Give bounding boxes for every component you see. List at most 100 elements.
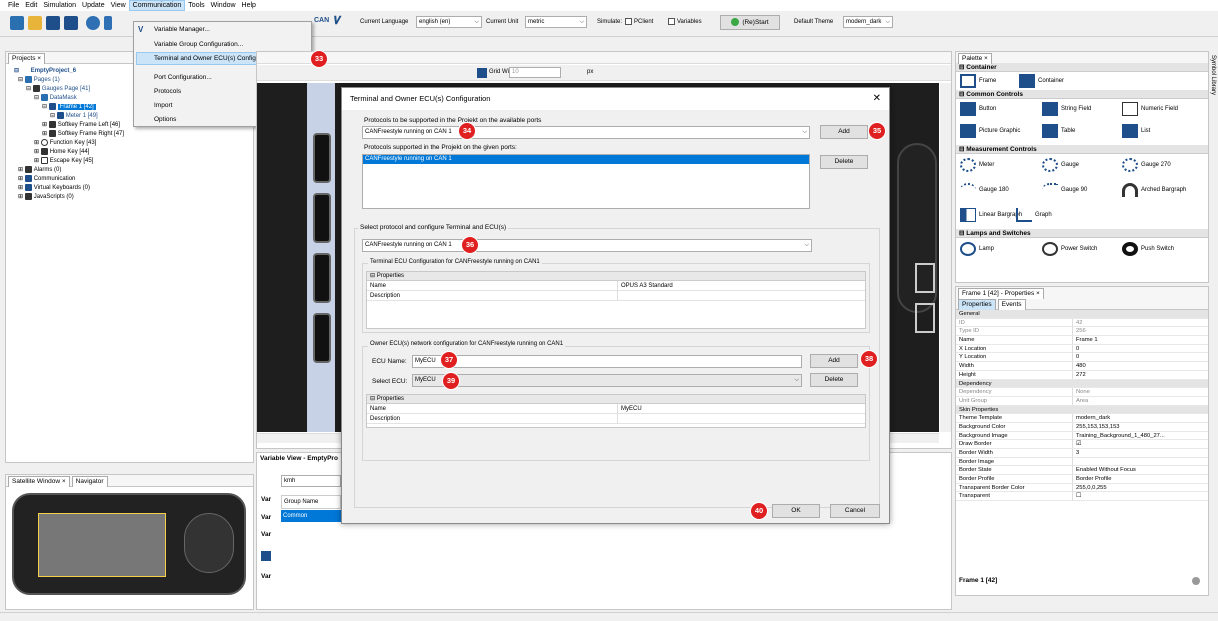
grid-width-input[interactable]: 10 [509, 67, 561, 78]
owner-description-row[interactable]: Description [367, 414, 865, 424]
current-language-select[interactable]: english (en) ⌵ [416, 16, 482, 28]
menu-help[interactable]: Help [239, 0, 259, 11]
symbol-library-tab[interactable]: Symbol Library [1210, 55, 1216, 95]
group-row-common[interactable]: Common [281, 510, 341, 522]
add-ecu-button[interactable]: Add [810, 354, 858, 368]
tree-project[interactable]: ⊟ EmptyProject_6 [14, 67, 76, 75]
property-row[interactable]: Background Image Training_Background_1_48… [956, 431, 1208, 441]
device-icon[interactable] [104, 16, 112, 30]
tree-softkey-right[interactable]: ⊞ Softkey Frame Right [47] [42, 130, 124, 138]
menu-variable-group-config[interactable]: Variable Group Configuration... [154, 41, 243, 48]
menu-import[interactable]: Import [154, 102, 172, 109]
palette-gauge-180[interactable]: Gauge 180 [960, 183, 1009, 197]
palette-gauge[interactable]: Gauge [1042, 158, 1079, 172]
tab-events[interactable]: Events [997, 299, 1026, 310]
property-row[interactable]: Border Profile Border Profile [956, 475, 1208, 484]
property-section[interactable]: General [956, 310, 1208, 319]
pclient-checkbox[interactable]: PClient [625, 18, 653, 25]
terminal-properties-header[interactable]: ⊟ Properties [367, 272, 865, 281]
ok-button[interactable]: OK [772, 504, 820, 518]
property-row[interactable]: Y Location 0 [956, 353, 1208, 363]
satellite-tab[interactable]: Satellite Window × [8, 476, 70, 487]
tree-communication[interactable]: ⊞ Communication [18, 175, 75, 183]
owner-properties-header[interactable]: ⊟ Properties [367, 395, 865, 404]
tree-meter-1[interactable]: ⊟ Meter 1 [49] [50, 112, 98, 120]
property-row[interactable]: Name Frame 1 [956, 336, 1208, 345]
menu-communication[interactable]: Communication [128, 0, 186, 11]
menu-options[interactable]: Options [154, 116, 176, 123]
menu-update[interactable]: Update [79, 0, 108, 11]
property-row[interactable]: Border State Enabled Without Focus [956, 466, 1208, 476]
property-row[interactable]: Background Color 255,153,153,153 [956, 422, 1208, 432]
menu-file[interactable]: File [5, 0, 22, 11]
property-row[interactable]: Width 480 [956, 362, 1208, 371]
property-section[interactable]: Dependency [956, 379, 1208, 389]
palette-arched-bargraph[interactable]: Arched Bargraph [1122, 183, 1186, 197]
palette-table[interactable]: Table [1042, 124, 1075, 138]
grid-icon[interactable] [477, 68, 487, 78]
tree-escape-key[interactable]: ⊞ Escape Key [45] [34, 157, 93, 165]
palette-meter[interactable]: Meter [960, 158, 994, 172]
terminal-name-row[interactable]: OPUS A3 Standard Name [367, 281, 865, 291]
property-row[interactable]: Border Width 3 [956, 449, 1208, 458]
palette-frame[interactable]: Frame [960, 74, 996, 88]
tree-datamask[interactable]: ⊟ DataMask [34, 94, 77, 102]
protocol-select[interactable]: CANFreestyle running on CAN 1 ⌵ [362, 126, 810, 139]
palette-power-switch[interactable]: Power Switch [1042, 242, 1097, 256]
restart-button[interactable]: (Re)Start [720, 15, 780, 30]
menu-window[interactable]: Window [208, 0, 239, 11]
menu-port-config[interactable]: Port Configuration... [154, 74, 212, 81]
palette-button[interactable]: Button [960, 102, 996, 116]
menu-variable-manager[interactable]: Variable Manager... [154, 26, 210, 33]
property-row[interactable]: Type ID 256 [956, 327, 1208, 337]
palette-list[interactable]: List [1122, 124, 1150, 138]
property-row[interactable]: Dependency None [956, 388, 1208, 397]
tree-softkey-left[interactable]: ⊞ Softkey Frame Left [46] [42, 121, 120, 129]
tree-function-key[interactable]: ⊞ Function Key [43] [34, 139, 96, 147]
property-section[interactable]: Skin Properties [956, 405, 1208, 415]
save-all-icon[interactable] [64, 16, 78, 30]
property-row[interactable]: Border Image [956, 457, 1208, 467]
configure-protocol-select[interactable]: CANFreestyle running on CAN 1 ⌵ [362, 239, 812, 252]
property-row[interactable]: X Location 0 [956, 344, 1208, 354]
delete-ecu-button[interactable]: Delete [810, 373, 858, 387]
settings-icon[interactable] [86, 16, 100, 30]
satellite-viewport[interactable] [38, 513, 166, 577]
tree-pages[interactable]: ⊟ Pages (1) [18, 76, 60, 84]
variable-add-icon[interactable]: Var [261, 531, 271, 538]
tree-home-key[interactable]: ⊞ Home Key [44] [34, 148, 89, 156]
ecu-name-input[interactable]: MyECU [412, 355, 802, 368]
terminal-description-row[interactable]: Description [367, 291, 865, 301]
supported-protocol-item[interactable]: CANFreestyle running on CAN 1 [363, 155, 809, 164]
tree-alarms[interactable]: ⊞ Alarms (0) [18, 166, 61, 174]
select-ecu-dropdown[interactable]: MyECU ⌵ [412, 374, 802, 387]
palette-section-measurement[interactable]: ⊟ Measurement Controls [956, 145, 1208, 154]
supported-protocols-list[interactable]: CANFreestyle running on CAN 1 [362, 154, 810, 209]
tree-frame-1[interactable]: ⊟ Frame 1 [42] [42, 103, 96, 111]
delete-protocol-button[interactable]: Delete [820, 155, 868, 169]
palette-graph[interactable]: Graph [1016, 208, 1052, 222]
tab-properties[interactable]: Properties [958, 299, 996, 310]
menu-edit[interactable]: Edit [22, 0, 40, 11]
variable-icon[interactable]: 𝑽 [334, 15, 341, 28]
tree-virtual-keyboards[interactable]: ⊞ Virtual Keyboards (0) [18, 184, 90, 192]
menu-protocols[interactable]: Protocols [154, 88, 181, 95]
palette-section-lamps[interactable]: ⊟ Lamps and Switches [956, 229, 1208, 238]
property-row[interactable]: Height 272 [956, 370, 1208, 380]
save-icon[interactable] [46, 16, 60, 30]
add-protocol-button[interactable]: Add [820, 125, 868, 139]
group-name-header[interactable]: Group Name [281, 495, 341, 509]
palette-gauge-90[interactable]: Gauge 90 [1042, 183, 1087, 197]
palette-linear-bargraph[interactable]: Linear Bargraph [960, 208, 1022, 222]
owner-name-row[interactable]: MyECU Name [367, 404, 865, 414]
palette-container[interactable]: Container [1019, 74, 1064, 88]
palette-push-switch[interactable]: Push Switch [1122, 242, 1174, 256]
variable-icon[interactable]: Var [261, 496, 271, 503]
tree-javascripts[interactable]: ⊞ JavaScripts (0) [18, 193, 74, 201]
property-row[interactable]: Theme Template modern_dark [956, 414, 1208, 423]
variables-checkbox[interactable]: Variables [668, 18, 702, 25]
palette-picture-graphic[interactable]: Picture Graphic [960, 124, 1020, 138]
property-row[interactable]: Transparent Border Color 255,0,0,255 [956, 483, 1208, 493]
can-icon[interactable]: CAN [314, 17, 329, 24]
palette-string-field[interactable]: String Field [1042, 102, 1091, 116]
